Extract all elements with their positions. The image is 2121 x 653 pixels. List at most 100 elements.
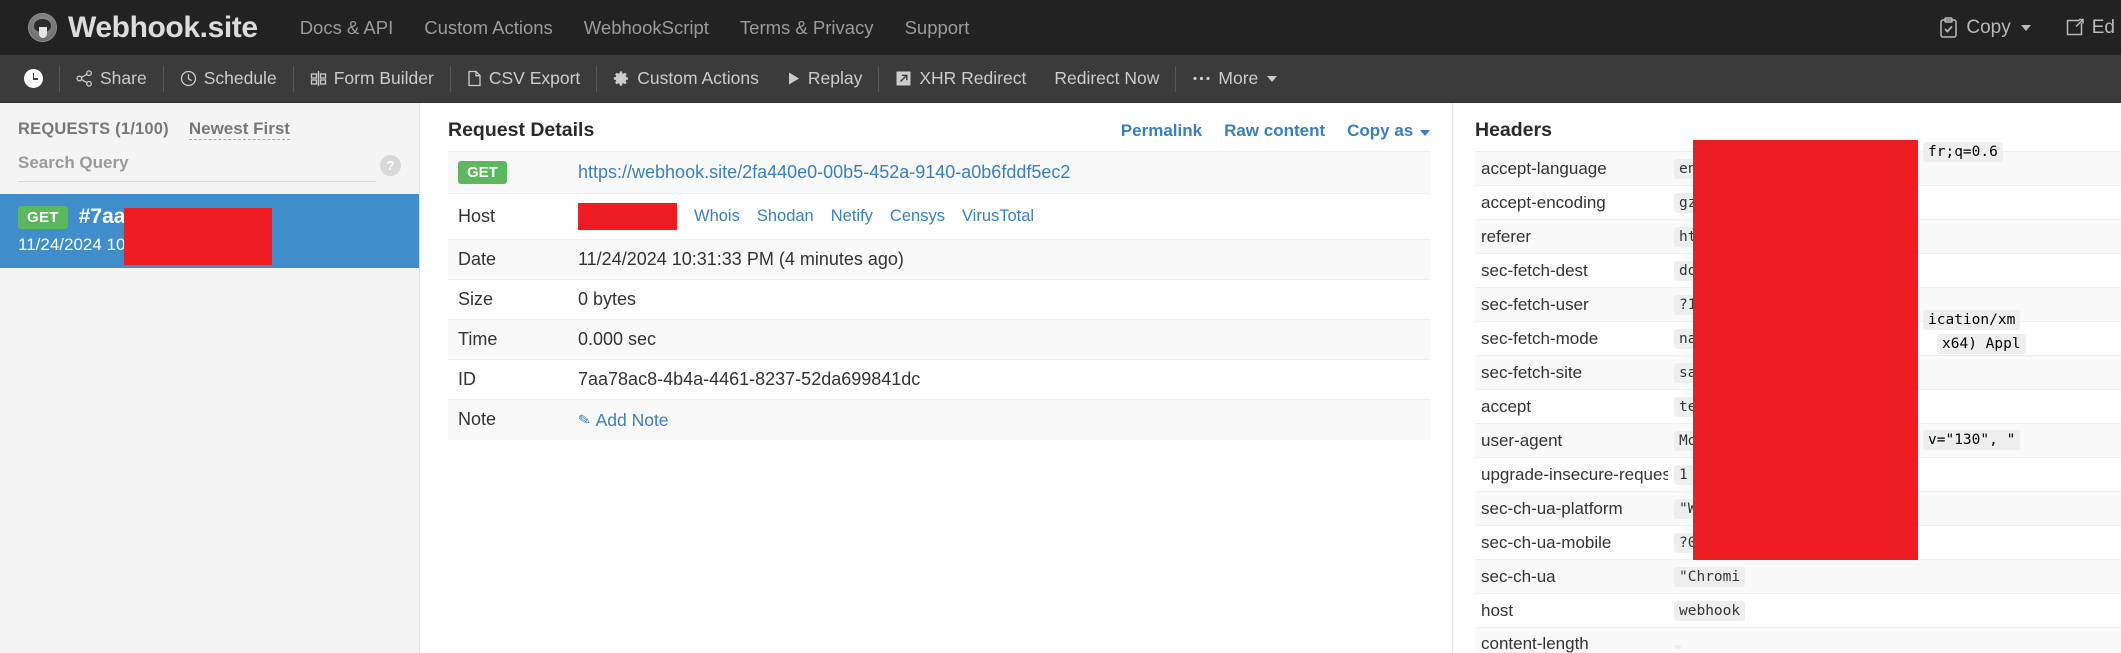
csv-export-button[interactable]: CSV Export: [453, 55, 594, 103]
requests-count-label: REQUESTS (1/100): [18, 120, 169, 138]
toolbar-divider: [1175, 65, 1177, 92]
request-id-short: #7aa78: [78, 205, 149, 228]
question-mark-icon[interactable]: ?: [380, 155, 401, 176]
raw-content-link[interactable]: Raw content: [1224, 121, 1325, 141]
custom-actions-label: Custom Actions: [637, 68, 759, 88]
redaction-overlay: [578, 203, 677, 230]
form-builder-icon: [310, 70, 327, 87]
status-clock-button[interactable]: [10, 55, 57, 103]
chevron-down-icon: [1267, 75, 1278, 82]
top-navbar: Webhook.site Docs & API Custom Actions W…: [0, 0, 2121, 55]
header-value-code: 1: [1674, 465, 1693, 485]
add-note-button[interactable]: ✎ Add Note: [577, 410, 669, 431]
request-details-header: Request Details Permalink Raw content Co…: [448, 119, 1430, 151]
replay-label: Replay: [807, 68, 863, 88]
table-row: Size 0 bytes: [448, 279, 1430, 320]
navbar-right-actions: Copy Ed: [1939, 0, 2121, 55]
request-details-panel: Request Details Permalink Raw content Co…: [420, 103, 1453, 653]
toolbar-divider: [162, 65, 164, 92]
copy-as-dropdown[interactable]: Copy as: [1347, 121, 1430, 141]
request-method-badge: GET: [18, 205, 68, 229]
edit-button[interactable]: Ed: [2065, 17, 2115, 39]
copy-as-label: Copy as: [1347, 121, 1414, 140]
header-value-code: same-or: [1674, 363, 1746, 383]
action-toolbar: Share Schedule Form Builder CSV Export C…: [0, 55, 2121, 103]
header-value-code: en-US,e: [1674, 159, 1746, 179]
header-value: [1668, 628, 2121, 653]
header-value-code: [1674, 645, 1681, 649]
redirect-now-button[interactable]: Redirect Now: [1040, 55, 1173, 103]
brand-logo-title[interactable]: Webhook.site: [28, 11, 258, 45]
request-details-links: Permalink Raw content Copy as: [1121, 121, 1430, 141]
whois-link[interactable]: Whois: [694, 207, 740, 226]
custom-actions-button[interactable]: Custom Actions: [599, 55, 773, 103]
external-link-icon: [895, 70, 912, 87]
file-icon: [467, 70, 482, 87]
nav-link-docs-api[interactable]: Docs & API: [300, 17, 394, 39]
header-fragment-user-agent: x64) Appl: [1937, 334, 2026, 354]
more-label: More: [1218, 68, 1259, 88]
share-button[interactable]: Share: [62, 55, 161, 103]
header-value-code: Mozilla,: [1674, 431, 1754, 451]
row-value-time: 0.000 sec: [578, 329, 657, 349]
censys-link[interactable]: Censys: [890, 207, 945, 226]
header-name: sec-fetch-mode: [1481, 328, 1599, 348]
request-date: 11/24/2024 10:3: [18, 235, 140, 254]
chevron-down-icon: [1420, 130, 1430, 136]
header-fragment-accept: ication/xm: [1923, 310, 2021, 330]
request-url-link[interactable]: https://webhook.site/2fa440e0-00b5-452a-…: [578, 162, 1070, 182]
brand-title: Webhook.site: [68, 10, 258, 44]
nav-link-webhookscript[interactable]: WebhookScript: [584, 17, 709, 39]
header-value: 1: [1668, 458, 2121, 492]
shodan-link[interactable]: Shodan: [757, 207, 814, 226]
row-value-size: 0 bytes: [578, 289, 637, 309]
toolbar-divider: [292, 65, 294, 92]
sidebar-header: REQUESTS (1/100) Newest First: [0, 103, 419, 140]
search-wrapper: ?: [0, 140, 419, 194]
header-name: referer: [1481, 226, 1532, 246]
header-value-code: ?1: [1674, 295, 1702, 315]
row-key-time: Time: [458, 329, 498, 349]
virustotal-link[interactable]: VirusTotal: [962, 207, 1034, 226]
clipboard-check-icon: [1939, 17, 1958, 38]
nav-link-support[interactable]: Support: [905, 17, 970, 39]
netify-link[interactable]: Netify: [831, 207, 873, 226]
table-row-url: GET https://webhook.site/2fa440e0-00b5-4…: [448, 151, 1430, 194]
xhr-redirect-button[interactable]: XHR Redirect: [881, 55, 1040, 103]
row-key-note: Note: [458, 409, 497, 430]
page-title: Request Details: [448, 119, 595, 141]
copy-button[interactable]: Copy: [1939, 16, 2031, 39]
row-key-date: Date: [458, 249, 497, 269]
share-nodes-icon: [76, 70, 93, 87]
nav-link-terms-privacy[interactable]: Terms & Privacy: [740, 17, 874, 39]
table-row: Date 11/24/2024 10:31:33 PM (4 minutes a…: [448, 239, 1430, 280]
schedule-button[interactable]: Schedule: [166, 55, 291, 103]
xhr-redirect-label: XHR Redirect: [919, 68, 1027, 88]
copy-label: Copy: [1966, 16, 2011, 38]
play-icon: [787, 71, 801, 86]
requests-sidebar: REQUESTS (1/100) Newest First ? GET #7aa…: [0, 103, 420, 653]
more-button[interactable]: More: [1178, 55, 1291, 103]
toolbar-divider: [878, 65, 880, 92]
permalink-link[interactable]: Permalink: [1121, 121, 1202, 141]
nav-link-custom-actions[interactable]: Custom Actions: [424, 17, 553, 39]
table-row: Host Whois Shodan Netify Censys VirusTot…: [448, 193, 1430, 240]
form-builder-button[interactable]: Form Builder: [296, 55, 448, 103]
form-builder-label: Form Builder: [333, 68, 434, 88]
header-value-code: document: [1674, 261, 1754, 281]
header-name: sec-fetch-user: [1481, 294, 1589, 314]
replay-button[interactable]: Replay: [773, 55, 876, 103]
header-name: sec-fetch-site: [1481, 362, 1583, 382]
sort-order-toggle[interactable]: Newest First: [188, 119, 290, 140]
header-value-fragments: fr;q=0.6 ication/xm x64) Appl v="130", ": [1923, 140, 2121, 452]
toolbar-divider: [449, 65, 451, 92]
header-name: accept: [1481, 396, 1532, 416]
header-name: sec-ch-ua-platform: [1481, 498, 1623, 518]
header-name: content-length: [1481, 634, 1589, 653]
list-item[interactable]: GET #7aa78 11/24/2024 10:3: [0, 194, 419, 268]
chevron-down-icon: [2020, 24, 2031, 31]
clock-outline-icon: [180, 70, 197, 87]
search-input[interactable]: [18, 149, 376, 182]
request-details-table: GET https://webhook.site/2fa440e0-00b5-4…: [448, 151, 1430, 440]
table-row: upgrade-insecure-requests 1: [1475, 457, 2121, 492]
